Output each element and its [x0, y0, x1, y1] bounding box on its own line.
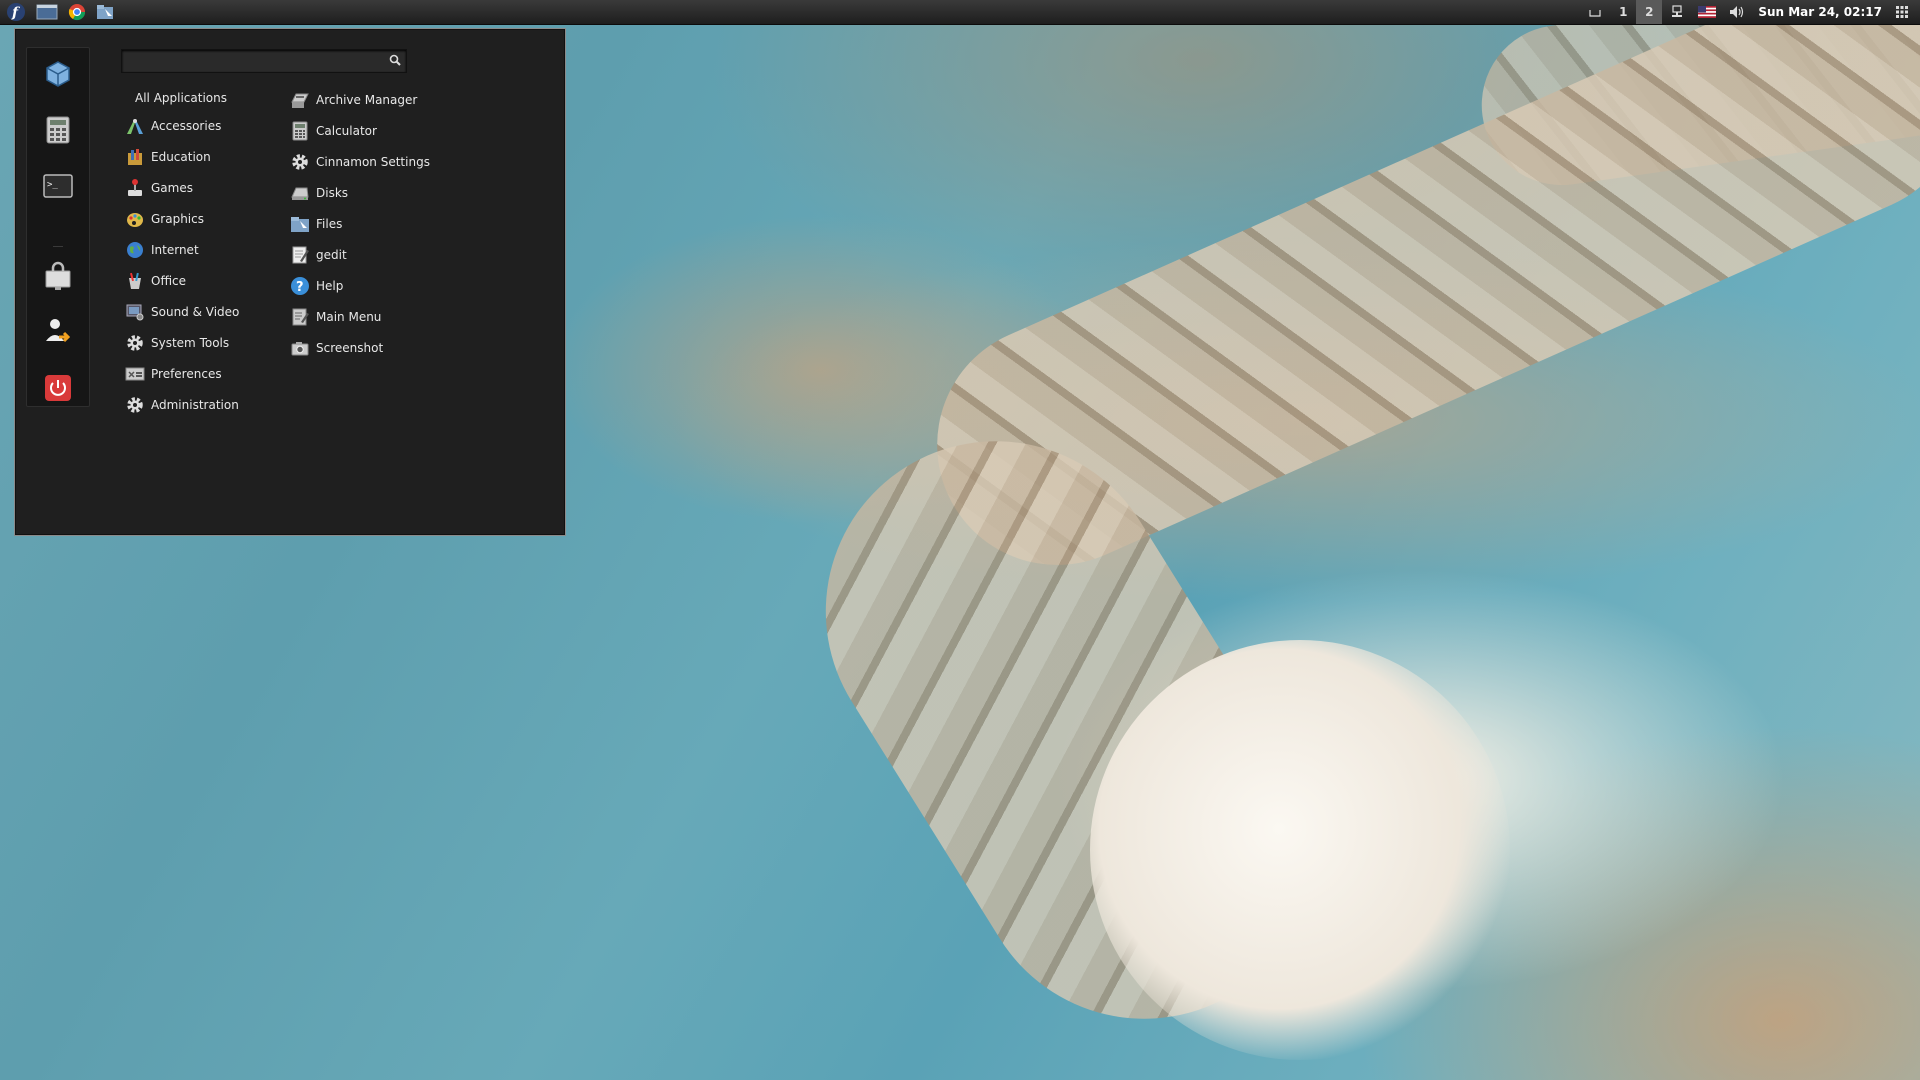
app-help[interactable]: ? Help: [290, 273, 510, 299]
files-icon: [290, 214, 310, 234]
settings-gear-icon: [290, 152, 310, 172]
volume-icon[interactable]: [1722, 0, 1752, 24]
calculator-icon[interactable]: [42, 114, 74, 146]
category-sound-video[interactable]: Sound & Video: [125, 299, 275, 325]
disks-icon: [290, 183, 310, 203]
app-label: Screenshot: [316, 341, 384, 355]
app-screenshot[interactable]: Screenshot: [290, 335, 510, 361]
sound-video-icon: [125, 302, 145, 322]
category-label: All Applications: [135, 91, 227, 105]
application-menu: >_ All Applications Accessories Educatio…: [14, 28, 566, 536]
category-administration[interactable]: Administration: [125, 392, 275, 418]
keyboard-layout-flag-icon[interactable]: [1692, 0, 1722, 24]
app-main-menu[interactable]: Main Menu: [290, 304, 510, 330]
graphics-icon: [125, 209, 145, 229]
category-label: Preferences: [151, 367, 222, 381]
category-all-applications[interactable]: All Applications: [135, 85, 285, 111]
category-accessories[interactable]: Accessories: [125, 113, 275, 139]
panel-launchers: f: [0, 2, 114, 22]
category-label: Games: [151, 181, 193, 195]
search-box: [121, 49, 407, 73]
logout-icon[interactable]: [42, 316, 74, 348]
category-graphics[interactable]: Graphics: [125, 206, 275, 232]
lock-screen-icon[interactable]: [42, 260, 74, 292]
help-icon: ?: [290, 276, 310, 296]
gedit-icon: [290, 245, 310, 265]
category-label: Accessories: [151, 119, 222, 133]
app-label: Cinnamon Settings: [316, 155, 430, 169]
category-system-tools[interactable]: System Tools: [125, 330, 275, 356]
chrome-icon[interactable]: [68, 3, 86, 21]
archive-manager-icon: [290, 90, 310, 110]
category-office[interactable]: Office: [125, 268, 275, 294]
terminal-icon[interactable]: >_: [42, 170, 74, 202]
category-label: Administration: [151, 398, 239, 412]
category-label: System Tools: [151, 336, 230, 350]
preferences-icon: [125, 364, 145, 384]
office-icon: [125, 271, 145, 291]
administration-icon: [125, 395, 145, 415]
search-icon: [389, 54, 401, 69]
category-label: Sound & Video: [151, 305, 240, 319]
accessories-icon: [125, 116, 145, 136]
category-label: Education: [151, 150, 211, 164]
app-files[interactable]: Files: [290, 211, 510, 237]
search-input[interactable]: [126, 52, 376, 68]
favorites-sidebar: >_: [26, 47, 90, 407]
app-archive-manager[interactable]: Archive Manager: [290, 87, 510, 113]
panel-tray: 1 2 Sun Mar 24, 02:17: [1580, 0, 1920, 24]
screenshot-icon: [290, 338, 310, 358]
category-preferences[interactable]: Preferences: [125, 361, 275, 387]
education-icon: [125, 147, 145, 167]
category-label: Office: [151, 274, 187, 288]
games-icon: [125, 178, 145, 198]
app-label: Calculator: [316, 124, 377, 138]
internet-icon: [125, 240, 145, 260]
top-panel: f 1 2 Sun Mar 24, 02:17: [0, 0, 1920, 25]
calculator-icon: [290, 121, 310, 141]
panel-clock[interactable]: Sun Mar 24, 02:17: [1752, 5, 1892, 19]
power-icon[interactable]: [42, 372, 74, 404]
system-tools-icon: [125, 333, 145, 353]
app-calculator[interactable]: Calculator: [290, 118, 510, 144]
category-label: Internet: [151, 243, 199, 257]
favorites-separator: [53, 246, 63, 247]
category-internet[interactable]: Internet: [125, 237, 275, 263]
app-cinnamon-settings[interactable]: Cinnamon Settings: [290, 149, 510, 175]
category-games[interactable]: Games: [125, 175, 275, 201]
app-disks[interactable]: Disks: [290, 180, 510, 206]
fedora-logo-icon[interactable]: f: [6, 2, 26, 22]
category-education[interactable]: Education: [125, 144, 275, 170]
svg-text:?: ?: [296, 280, 304, 295]
app-label: Main Menu: [316, 310, 382, 324]
network-icon[interactable]: [1662, 0, 1692, 24]
virtualbox-icon[interactable]: [42, 58, 74, 90]
app-label: Help: [316, 279, 344, 293]
app-label: gedit: [316, 248, 347, 262]
window-list-icon[interactable]: [1580, 0, 1610, 24]
svg-text:>_: >_: [47, 180, 58, 190]
app-label: Disks: [316, 186, 349, 200]
category-label: Graphics: [151, 212, 204, 226]
app-label: Files: [316, 217, 343, 231]
files-icon[interactable]: [96, 3, 114, 21]
app-label: Archive Manager: [316, 93, 418, 107]
show-desktop-icon[interactable]: [36, 3, 58, 21]
wallpaper-highlight: [1090, 640, 1510, 1060]
menu-editor-icon: [290, 307, 310, 327]
workspace-1[interactable]: 1: [1610, 0, 1636, 24]
applets-grid-icon[interactable]: [1892, 0, 1912, 24]
app-gedit[interactable]: gedit: [290, 242, 510, 268]
workspace-2[interactable]: 2: [1636, 0, 1663, 24]
